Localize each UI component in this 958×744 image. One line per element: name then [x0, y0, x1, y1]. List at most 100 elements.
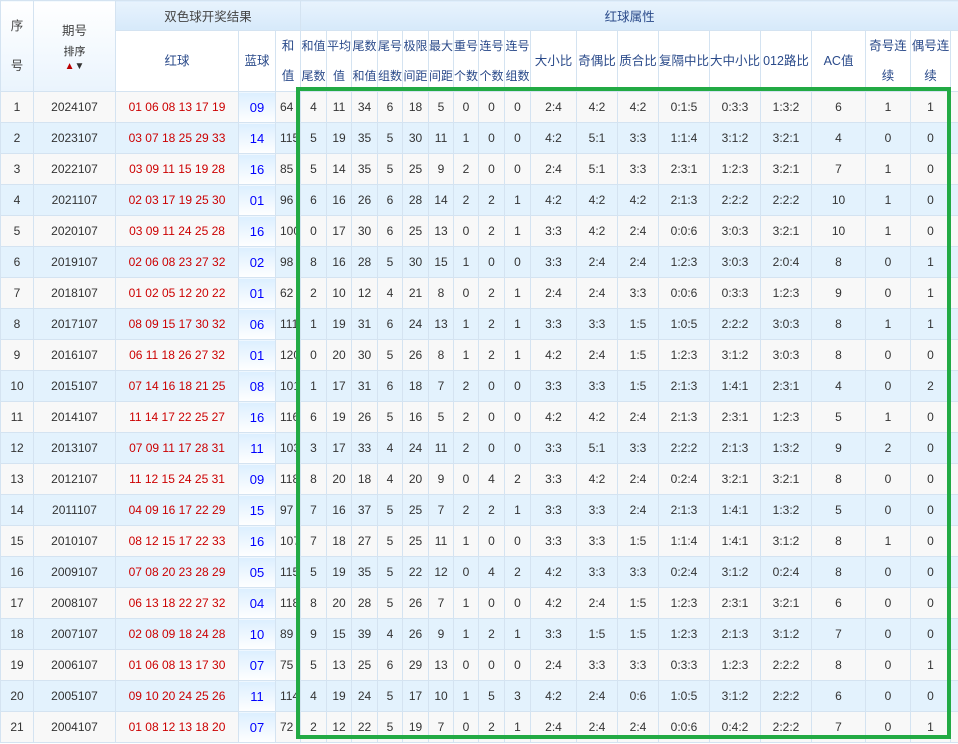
- attr-cell-9: 3:3: [530, 308, 578, 340]
- header-col-6: 重号个数: [453, 30, 480, 92]
- sort-button[interactable]: 排序 ▲▼: [35, 45, 115, 73]
- blue-ball-cell: 05: [238, 556, 276, 588]
- attr-cell-15: 9: [811, 432, 867, 464]
- attr-cell-3: 6: [377, 91, 404, 123]
- attr-cell-16: 0: [865, 277, 912, 309]
- sum-cell: 100: [274, 215, 302, 247]
- attr-cell-16: 0: [865, 680, 912, 712]
- attr-cell-13: 2:2:2: [709, 184, 762, 216]
- table-row: 19 2006107 01 06 08 13 17 30 07 75 5 13 25 6 29 13…: [0, 649, 958, 681]
- attr-cell-8: 0: [504, 432, 532, 464]
- sum-cell: 85: [274, 153, 302, 185]
- attr-cell-7: 2: [478, 618, 506, 650]
- sort-asc-icon[interactable]: ▲: [65, 61, 75, 72]
- attr-cell-14: 2:0:4: [760, 246, 813, 278]
- attr-cell-17: 1: [910, 246, 952, 278]
- table-row: 6 2019107 02 06 08 23 27 32 02 98 8 16 28 5 30 15 1…: [0, 246, 958, 278]
- attr-cell-4: 22: [402, 556, 430, 588]
- red-balls-cell: 01 08 12 13 18 20: [115, 711, 239, 743]
- attr-cell-14: 1:3:2: [760, 91, 813, 123]
- attr-cell-9: 4:2: [530, 680, 578, 712]
- attr-cell-5: 8: [428, 277, 455, 309]
- attr-cell-2: 30: [351, 339, 379, 371]
- attr-cell-4: 30: [402, 246, 430, 278]
- header-sum: 和值: [274, 30, 302, 92]
- header-col-4: 极限间距: [402, 30, 430, 92]
- red-balls-cell: 03 07 18 25 29 33: [115, 122, 239, 154]
- attr-cell-14: 3:1:2: [760, 525, 813, 557]
- sum-cell: 116: [274, 401, 302, 433]
- attr-cell-5: 7: [428, 494, 455, 526]
- table-row: 1 2024107 01 06 08 13 17 19 09 64 4 11 34 6 18 5 0 0…: [0, 91, 958, 123]
- attr-cell-1: 14: [326, 153, 353, 185]
- red-balls-cell: 08 09 15 17 30 32: [115, 308, 239, 340]
- attr-cell-11: 3:3: [617, 122, 660, 154]
- attr-cell-7: 0: [478, 370, 506, 402]
- sum-cell: 72: [274, 711, 302, 743]
- attr-cell-6: 2: [453, 432, 480, 464]
- header-col-1: 平均值: [326, 30, 353, 92]
- sum-cell: 101: [274, 370, 302, 402]
- attr-cell-14: 2:2:2: [760, 680, 813, 712]
- attr-cell-14: 0:2:4: [760, 556, 813, 588]
- attr-cell-17: 0: [910, 432, 952, 464]
- attr-cell-4: 30: [402, 122, 430, 154]
- red-balls-cell: 01 06 08 13 17 19: [115, 91, 239, 123]
- attr-cell-4: 28: [402, 184, 430, 216]
- attr-cell-8: 0: [504, 587, 532, 619]
- attr-cell-0: 7: [300, 525, 328, 557]
- attr-cell-15: 4: [811, 370, 867, 402]
- attr-cell-3: 6: [377, 370, 404, 402]
- attr-cell-10: 5:1: [576, 153, 619, 185]
- attr-cell-1: 20: [326, 339, 353, 371]
- attr-cell-13: 3:1:2: [709, 556, 762, 588]
- sum-cell: 97: [274, 494, 302, 526]
- attr-cell-6: 1: [453, 308, 480, 340]
- attr-cell-0: 5: [300, 153, 328, 185]
- attr-cell-9: 3:3: [530, 525, 578, 557]
- table-row: 13 2012107 11 12 15 24 25 31 09 118 8 20 18 4 20 9…: [0, 463, 958, 495]
- attr-cell-17: 0: [910, 680, 952, 712]
- attr-cell-1: 10: [326, 277, 353, 309]
- red-balls-cell: 02 03 17 19 25 30: [115, 184, 239, 216]
- sort-label: 排序: [63, 45, 86, 58]
- attr-cell-6: 0: [453, 556, 480, 588]
- attr-cell-3: 5: [377, 153, 404, 185]
- attr-cell-14: 1:3:2: [760, 432, 813, 464]
- attr-cell-7: 2: [478, 215, 506, 247]
- attr-cell-13: 3:1:2: [709, 122, 762, 154]
- attr-cell-14: 3:0:3: [760, 339, 813, 371]
- attr-cell-4: 25: [402, 525, 430, 557]
- attr-cell-13: 2:3:1: [709, 587, 762, 619]
- spacer-cell: [950, 215, 958, 247]
- sum-cell: 89: [274, 618, 302, 650]
- attr-cell-10: 4:2: [576, 401, 619, 433]
- table-row: 10 2015107 07 14 16 18 21 25 08 101 1 17 31 6 18 7…: [0, 370, 958, 402]
- issue-cell: 2018107: [33, 277, 116, 309]
- blue-ball-cell: 07: [238, 649, 276, 681]
- blue-ball-cell: 01: [238, 277, 276, 309]
- attr-cell-10: 2:4: [576, 246, 619, 278]
- red-balls-cell: 07 08 20 23 28 29: [115, 556, 239, 588]
- blue-ball-cell: 16: [238, 215, 276, 247]
- issue-cell: 2021107: [33, 184, 116, 216]
- attr-cell-16: 0: [865, 649, 912, 681]
- blue-ball-cell: 10: [238, 618, 276, 650]
- attr-cell-5: 13: [428, 308, 455, 340]
- table-body: 1 2024107 01 06 08 13 17 19 09 64 4 11 34 6 18 5 0 0…: [0, 91, 958, 743]
- attr-cell-14: 2:2:2: [760, 649, 813, 681]
- blue-ball-cell: 11: [238, 432, 276, 464]
- attr-cell-10: 2:4: [576, 711, 619, 743]
- attr-cell-10: 3:3: [576, 525, 619, 557]
- spacer-cell: [950, 680, 958, 712]
- attr-cell-8: 0: [504, 91, 532, 123]
- blue-ball-cell: 04: [238, 587, 276, 619]
- seq-cell: 15: [0, 525, 34, 557]
- sort-desc-icon[interactable]: ▼: [75, 61, 85, 72]
- attr-cell-14: 3:2:1: [760, 153, 813, 185]
- attr-cell-3: 5: [377, 494, 404, 526]
- attr-cell-0: 5: [300, 649, 328, 681]
- attr-cell-6: 1: [453, 525, 480, 557]
- attr-cell-12: 0:0:6: [658, 711, 711, 743]
- red-balls-cell: 01 02 05 12 20 22: [115, 277, 239, 309]
